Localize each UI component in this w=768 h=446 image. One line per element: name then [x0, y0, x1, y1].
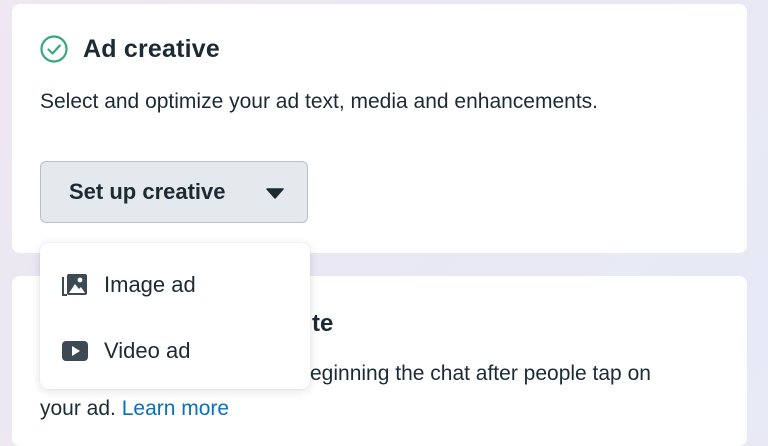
image-icon — [62, 274, 87, 296]
menu-item-label: Image ad — [104, 272, 196, 297]
menu-item-label: Video ad — [104, 338, 191, 363]
message-card-description-line2: your ad. Learn more — [40, 397, 229, 421]
ad-creative-description: Select and optimize your ad text, media … — [40, 90, 598, 113]
ad-creative-card: Ad creative Select and optimize your ad … — [12, 4, 747, 253]
menu-item-video-ad[interactable]: Video ad — [40, 321, 310, 381]
set-up-creative-button[interactable]: Set up creative — [40, 161, 308, 223]
ad-creative-header: Ad creative — [39, 34, 220, 64]
learn-more-link[interactable]: Learn more — [122, 397, 229, 420]
description-prefix: your ad. — [40, 397, 122, 420]
caret-down-icon — [266, 188, 284, 199]
ad-creative-title: Ad creative — [83, 34, 220, 63]
message-card-description: eginning the chat after people tap on — [310, 362, 651, 385]
check-circle-icon — [40, 35, 68, 63]
creative-type-dropdown: Image ad Video ad — [40, 243, 310, 389]
video-icon — [62, 341, 88, 361]
set-up-creative-label: Set up creative — [69, 179, 226, 204]
message-card-title: te — [312, 310, 334, 337]
menu-item-image-ad[interactable]: Image ad — [40, 255, 310, 315]
